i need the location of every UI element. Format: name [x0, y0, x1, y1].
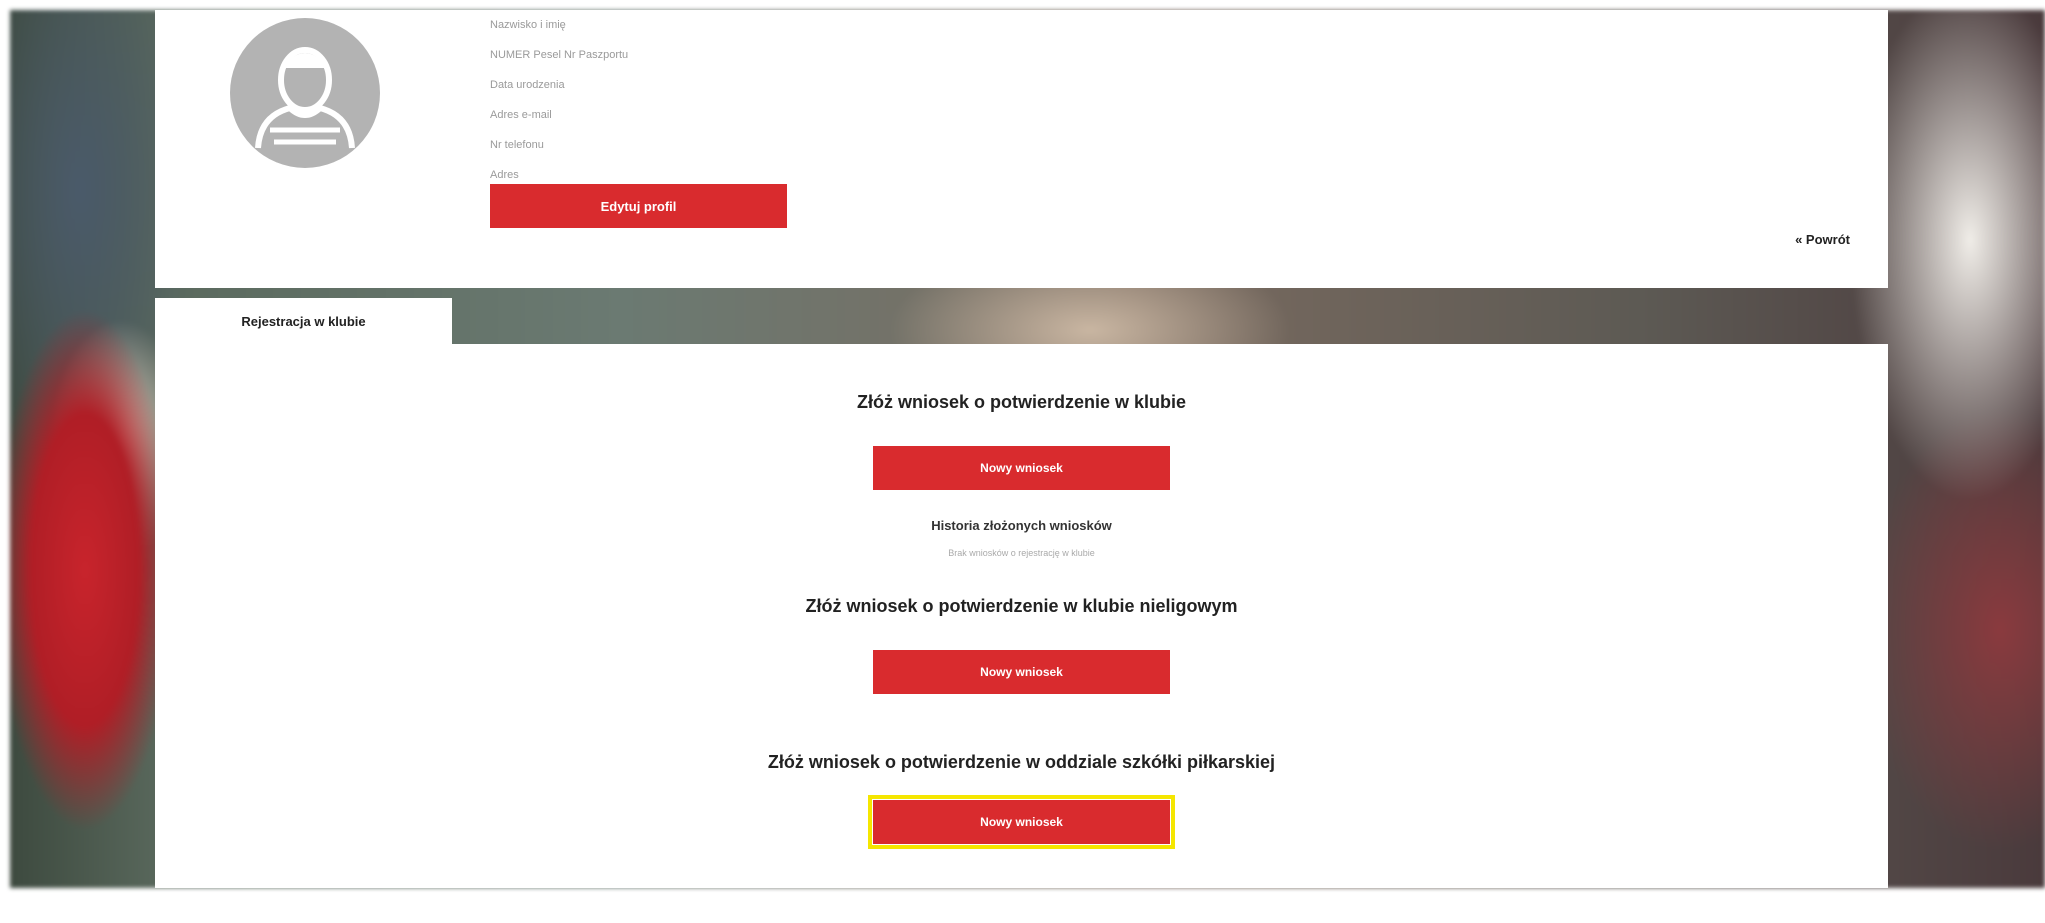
school-request-heading: Złóż wniosek o potwierdzenie w oddziale …: [767, 752, 1276, 772]
profile-field-id: NUMER Pesel Nr Paszportu: [490, 49, 629, 61]
edit-profile-button[interactable]: Edytuj profil: [490, 184, 787, 228]
tab-club-registration[interactable]: Rejestracja w klubie: [155, 298, 452, 344]
user-silhouette-icon: [255, 47, 355, 149]
history-title[interactable]: Historia złożonych wniosków: [155, 518, 1888, 533]
nonleague-request-heading: Złóż wniosek o potwierdzenie w klubie ni…: [805, 596, 1238, 616]
profile-field-phone: Nr telefonu: [490, 139, 544, 151]
profile-field-birthdate: Data urodzenia: [490, 79, 565, 91]
new-club-request-button[interactable]: Nowy wniosek: [873, 446, 1170, 490]
new-school-request-button[interactable]: Nowy wniosek: [868, 795, 1175, 849]
registration-panel: Złóż wniosek o potwierdzenie w klubie No…: [155, 344, 1888, 888]
history-empty-text: Brak wniosków o rejestrację w klubie: [948, 548, 1095, 558]
new-nonleague-request-button[interactable]: Nowy wniosek: [873, 650, 1170, 694]
avatar: [230, 18, 380, 168]
profile-field-email: Adres e-mail: [490, 109, 552, 121]
back-link[interactable]: « Powrót: [1795, 232, 1850, 247]
profile-field-name: Nazwisko i imię: [490, 19, 566, 31]
profile-fields: Nazwisko i imię NUMER Pesel Nr Paszportu…: [490, 10, 628, 190]
profile-card: Nazwisko i imię NUMER Pesel Nr Paszportu…: [155, 10, 1888, 288]
club-request-heading: Złóż wniosek o potwierdzenie w klubie: [856, 392, 1187, 412]
